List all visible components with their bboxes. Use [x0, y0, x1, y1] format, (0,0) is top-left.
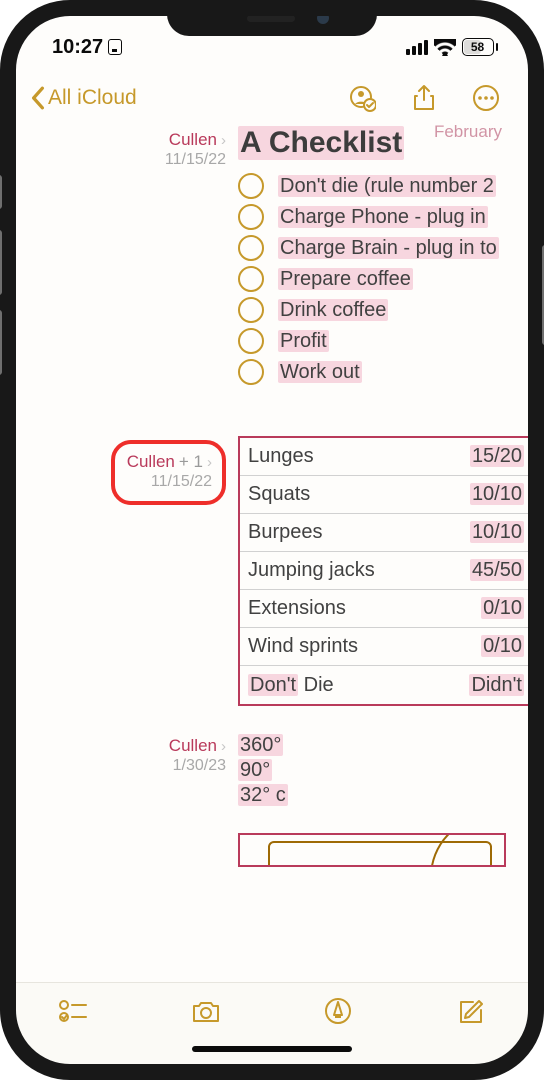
note-activity-content: February Cullen › 11/15/22 A Checklist D… — [16, 122, 528, 1000]
annotation-circle: Cullen + 1 › 11/15/22 — [111, 440, 226, 505]
checkbox-icon[interactable] — [238, 266, 264, 292]
activity-author[interactable]: Cullen + 1 › — [127, 452, 212, 472]
peek-header: February — [434, 122, 502, 142]
battery-icon: 58 — [462, 38, 499, 56]
checklist-item[interactable]: Profit — [238, 328, 528, 354]
table-row[interactable]: Burpees10/10 — [240, 514, 528, 552]
table-row[interactable]: Don't DieDidn't — [240, 666, 528, 704]
collaborate-icon[interactable] — [348, 84, 376, 112]
home-indicator[interactable] — [192, 1046, 352, 1052]
activity-entry: Cullen › 11/15/22 A Checklist Don't die … — [16, 122, 528, 390]
table-row[interactable]: Jumping jacks45/50 — [240, 552, 528, 590]
table-row[interactable]: Wind sprints0/10 — [240, 628, 528, 666]
back-button[interactable]: All iCloud — [30, 86, 137, 110]
activity-author[interactable]: Cullen › — [169, 130, 226, 150]
additional-authors: + 1 — [179, 452, 203, 472]
markup-icon[interactable] — [323, 997, 353, 1025]
share-icon[interactable] — [410, 84, 438, 112]
checklist-item[interactable]: Charge Phone - plug in — [238, 204, 528, 230]
wifi-icon — [434, 39, 456, 56]
checkbox-icon[interactable] — [238, 359, 264, 385]
checklist-item[interactable]: Charge Brain - plug in to — [238, 235, 528, 261]
table-row[interactable]: Extensions0/10 — [240, 590, 528, 628]
exercise-table: Lunges15/20 Squats10/10 Burpees10/10 Jum… — [238, 436, 528, 706]
camera-icon[interactable] — [191, 997, 221, 1025]
checkbox-icon[interactable] — [238, 173, 264, 199]
orientation-lock-icon — [108, 39, 122, 55]
sketch-image-preview[interactable] — [238, 833, 506, 867]
checkbox-icon[interactable] — [238, 204, 264, 230]
temp-value: 90° — [238, 759, 272, 781]
nav-bar: All iCloud — [16, 70, 528, 122]
checkbox-icon[interactable] — [238, 328, 264, 354]
note-title: A Checklist — [238, 126, 404, 160]
temp-value: 360° — [238, 734, 283, 756]
activity-author[interactable]: Cullen › — [169, 736, 226, 756]
checklist-item[interactable]: Work out — [238, 359, 528, 385]
chevron-left-icon — [30, 86, 46, 110]
more-icon[interactable] — [472, 84, 500, 112]
checklist-item[interactable]: Drink coffee — [238, 297, 528, 323]
checklist-item[interactable]: Prepare coffee — [238, 266, 528, 292]
checklist-icon[interactable] — [58, 997, 88, 1025]
activity-date: 11/15/22 — [127, 473, 212, 491]
chevron-right-icon: › — [221, 738, 226, 755]
chevron-right-icon: › — [221, 132, 226, 149]
compose-icon[interactable] — [456, 997, 486, 1025]
status-time: 10:27 — [52, 36, 103, 59]
activity-entry: Cullen + 1 › 11/15/22 Lunges15/20 Squats… — [16, 432, 528, 706]
activity-date: 1/30/23 — [16, 757, 226, 775]
activity-date: 11/15/22 — [16, 151, 226, 169]
checkbox-icon[interactable] — [238, 297, 264, 323]
activity-entry: Cullen › 1/30/23 360° 90° 32° c — [16, 728, 528, 867]
checklist-item[interactable]: Don't die (rule number 2 — [238, 173, 528, 199]
table-row[interactable]: Squats10/10 — [240, 476, 528, 514]
checkbox-icon[interactable] — [238, 235, 264, 261]
cellular-signal-icon — [406, 40, 428, 55]
table-row[interactable]: Lunges15/20 — [240, 438, 528, 476]
back-label: All iCloud — [48, 86, 137, 110]
chevron-right-icon: › — [207, 454, 212, 471]
temp-value: 32° c — [238, 784, 288, 806]
